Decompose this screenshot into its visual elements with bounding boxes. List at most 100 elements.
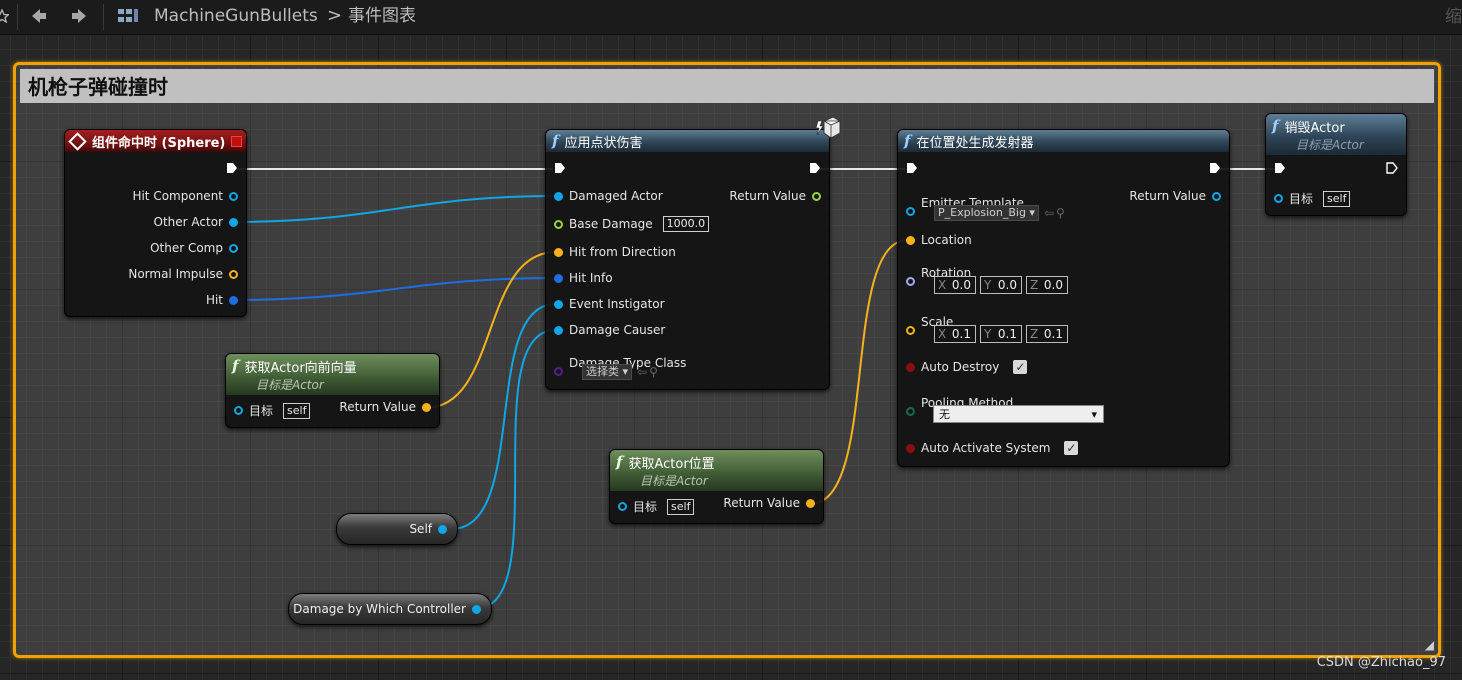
breadcrumb-blueprint[interactable]: MachineGunBullets bbox=[154, 5, 318, 27]
damage-type-picker[interactable]: 选择类 ▾ ⇦ ⚲ bbox=[582, 364, 658, 380]
pin-return-value[interactable]: Return Value bbox=[333, 400, 431, 414]
browse-search-icon[interactable]: ⚲ bbox=[649, 365, 658, 379]
base-damage-input[interactable]: 1000.0 bbox=[662, 216, 710, 232]
damage-controller-variable-node[interactable]: Damage by Which Controller bbox=[288, 593, 492, 625]
object-pin-icon[interactable] bbox=[906, 207, 915, 216]
pin-hit[interactable]: Hit bbox=[200, 293, 238, 307]
star-icon[interactable] bbox=[0, 5, 10, 27]
pin-location[interactable]: Location bbox=[906, 233, 978, 247]
exec-out-pin[interactable] bbox=[809, 162, 821, 174]
scale-y-input[interactable]: Y 0.1 bbox=[980, 325, 1022, 343]
class-pin-icon[interactable] bbox=[554, 367, 563, 376]
self-label: Self bbox=[409, 522, 432, 536]
pin-damaged-actor[interactable]: Damaged Actor bbox=[554, 189, 669, 203]
event-component-hit-node[interactable]: 组件命中时 (Sphere) Hit Component Other Actor… bbox=[64, 129, 247, 317]
forward-arrow-icon[interactable] bbox=[68, 5, 90, 27]
vector-pin-icon[interactable] bbox=[229, 269, 238, 279]
use-selected-arrow-icon[interactable]: ⇦ bbox=[637, 365, 647, 379]
object-pin-icon[interactable] bbox=[618, 502, 627, 511]
damage-type-dropdown[interactable]: 选择类 ▾ bbox=[582, 364, 633, 380]
exec-in-pin[interactable] bbox=[906, 162, 918, 174]
pin-hit-info[interactable]: Hit Info bbox=[554, 271, 619, 285]
hitresult-pin-icon[interactable] bbox=[229, 295, 238, 305]
object-pin-icon[interactable] bbox=[554, 191, 563, 201]
exec-in-pin[interactable] bbox=[1274, 162, 1286, 174]
vector-pin-icon[interactable] bbox=[906, 235, 915, 245]
exec-out-pin[interactable] bbox=[1386, 162, 1398, 174]
vector-pin-icon[interactable] bbox=[422, 402, 431, 412]
pin-return-value[interactable]: Return Value bbox=[1123, 189, 1221, 203]
object-pin-icon[interactable] bbox=[554, 325, 563, 335]
pin-other-comp[interactable]: Other Comp bbox=[144, 241, 238, 255]
self-reference-node[interactable]: Self bbox=[336, 513, 458, 545]
pin-target[interactable]: 目标 self bbox=[618, 498, 695, 515]
emitter-asset-dropdown[interactable]: P_Explosion_Big ▾ bbox=[934, 205, 1039, 221]
pin-base-damage[interactable]: Base Damage 1000.0 bbox=[554, 216, 710, 232]
delegate-pin-icon[interactable] bbox=[231, 136, 242, 147]
pin-return-value[interactable]: Return Value bbox=[723, 189, 821, 203]
graph-canvas[interactable]: 机枪子弹碰撞时 ◢ 组件命中时 (Sphere) Hit Component O… bbox=[0, 35, 1462, 680]
emitter-asset-picker[interactable]: P_Explosion_Big ▾ ⇦ ⚲ bbox=[934, 205, 1065, 221]
object-pin-icon[interactable] bbox=[234, 406, 243, 415]
pin-target[interactable]: 目标 self bbox=[234, 402, 311, 419]
rotation-fields[interactable]: X 0.0 Y 0.0 Z 0.0 bbox=[934, 276, 1068, 294]
scale-fields[interactable]: X 0.1 Y 0.1 Z 0.1 bbox=[934, 325, 1068, 343]
object-pin-icon[interactable] bbox=[229, 243, 238, 253]
pin-return-value[interactable]: Return Value bbox=[717, 496, 815, 510]
auto-activate-checkbox[interactable]: ✓ bbox=[1064, 441, 1079, 455]
rotation-x-input[interactable]: X 0.0 bbox=[934, 276, 976, 294]
pin-auto-destroy[interactable]: Auto Destroy ✓ bbox=[906, 360, 1028, 374]
pure-node-header[interactable]: f 获取Actor位置 目标是Actor bbox=[610, 450, 823, 491]
hitresult-pin-icon[interactable] bbox=[554, 273, 563, 283]
vector-pin-icon[interactable] bbox=[806, 498, 815, 508]
pin-hit-from-direction[interactable]: Hit from Direction bbox=[554, 245, 682, 259]
object-pin-icon[interactable] bbox=[1212, 191, 1221, 201]
scale-x-input[interactable]: X 0.1 bbox=[934, 325, 976, 343]
object-pin-icon[interactable] bbox=[472, 604, 481, 614]
get-actor-location-node[interactable]: f 获取Actor位置 目标是Actor 目标 self Return Valu… bbox=[609, 449, 824, 524]
event-node-header[interactable]: 组件命中时 (Sphere) bbox=[65, 130, 246, 152]
pin-normal-impulse[interactable]: Normal Impulse bbox=[122, 267, 238, 281]
pin-label: Other Comp bbox=[150, 241, 223, 255]
object-pin-icon[interactable] bbox=[438, 524, 447, 534]
destroy-actor-node[interactable]: f 销毁Actor 目标是Actor 目标 self bbox=[1265, 113, 1407, 216]
spawn-emitter-node[interactable]: f 在位置处生成发射器 Emitter Template P_Explosion… bbox=[897, 129, 1230, 467]
get-actor-forward-vector-node[interactable]: f 获取Actor向前向量 目标是Actor 目标 self Return Va… bbox=[225, 353, 440, 428]
breadcrumb-graph[interactable]: 事件图表 bbox=[348, 5, 416, 27]
object-pin-icon[interactable] bbox=[1274, 194, 1283, 203]
function-node-header[interactable]: f 应用点状伤害 bbox=[546, 130, 829, 152]
object-pin-icon[interactable] bbox=[229, 191, 238, 201]
float-pin-icon[interactable] bbox=[554, 219, 563, 229]
rotation-z-input[interactable]: Z 0.0 bbox=[1026, 276, 1068, 294]
scale-z-input[interactable]: Z 0.1 bbox=[1026, 325, 1068, 343]
function-node-header[interactable]: f 销毁Actor 目标是Actor bbox=[1266, 114, 1406, 155]
bool-pin-icon[interactable] bbox=[906, 362, 915, 372]
exec-out-pin[interactable] bbox=[1209, 162, 1221, 174]
back-arrow-icon[interactable] bbox=[28, 5, 50, 27]
rotation-y-input[interactable]: Y 0.0 bbox=[980, 276, 1022, 294]
bool-pin-icon[interactable] bbox=[906, 443, 915, 453]
object-pin-icon[interactable] bbox=[554, 299, 563, 309]
pin-auto-activate-system[interactable]: Auto Activate System ✓ bbox=[906, 441, 1079, 455]
pin-damage-causer[interactable]: Damage Causer bbox=[554, 323, 671, 337]
exec-in-pin[interactable] bbox=[554, 162, 566, 174]
apply-point-damage-node[interactable]: f 应用点状伤害 Damaged Actor Return Value Base… bbox=[545, 116, 841, 390]
pin-hit-component[interactable]: Hit Component bbox=[126, 189, 238, 203]
enum-pin-icon[interactable] bbox=[906, 407, 915, 416]
vector-pin-icon[interactable] bbox=[554, 247, 563, 257]
pooling-method-select[interactable]: 无 ▾ bbox=[933, 405, 1104, 423]
browse-search-icon[interactable]: ⚲ bbox=[1056, 206, 1065, 220]
pin-event-instigator[interactable]: Event Instigator bbox=[554, 297, 671, 311]
pin-target[interactable]: 目标 self bbox=[1274, 190, 1351, 207]
pin-other-actor[interactable]: Other Actor bbox=[148, 215, 238, 229]
exec-pin-icon bbox=[907, 163, 917, 173]
object-pin-icon[interactable] bbox=[229, 217, 238, 227]
vector-pin-icon[interactable] bbox=[906, 326, 915, 335]
rotator-pin-icon[interactable] bbox=[906, 277, 915, 286]
pure-node-header[interactable]: f 获取Actor向前向量 目标是Actor bbox=[226, 354, 439, 395]
function-node-header[interactable]: f 在位置处生成发射器 bbox=[898, 130, 1229, 152]
auto-destroy-checkbox[interactable]: ✓ bbox=[1013, 360, 1028, 374]
bool-pin-icon[interactable] bbox=[812, 191, 821, 201]
use-selected-arrow-icon[interactable]: ⇦ bbox=[1044, 206, 1054, 220]
exec-out-pin[interactable] bbox=[226, 162, 238, 174]
